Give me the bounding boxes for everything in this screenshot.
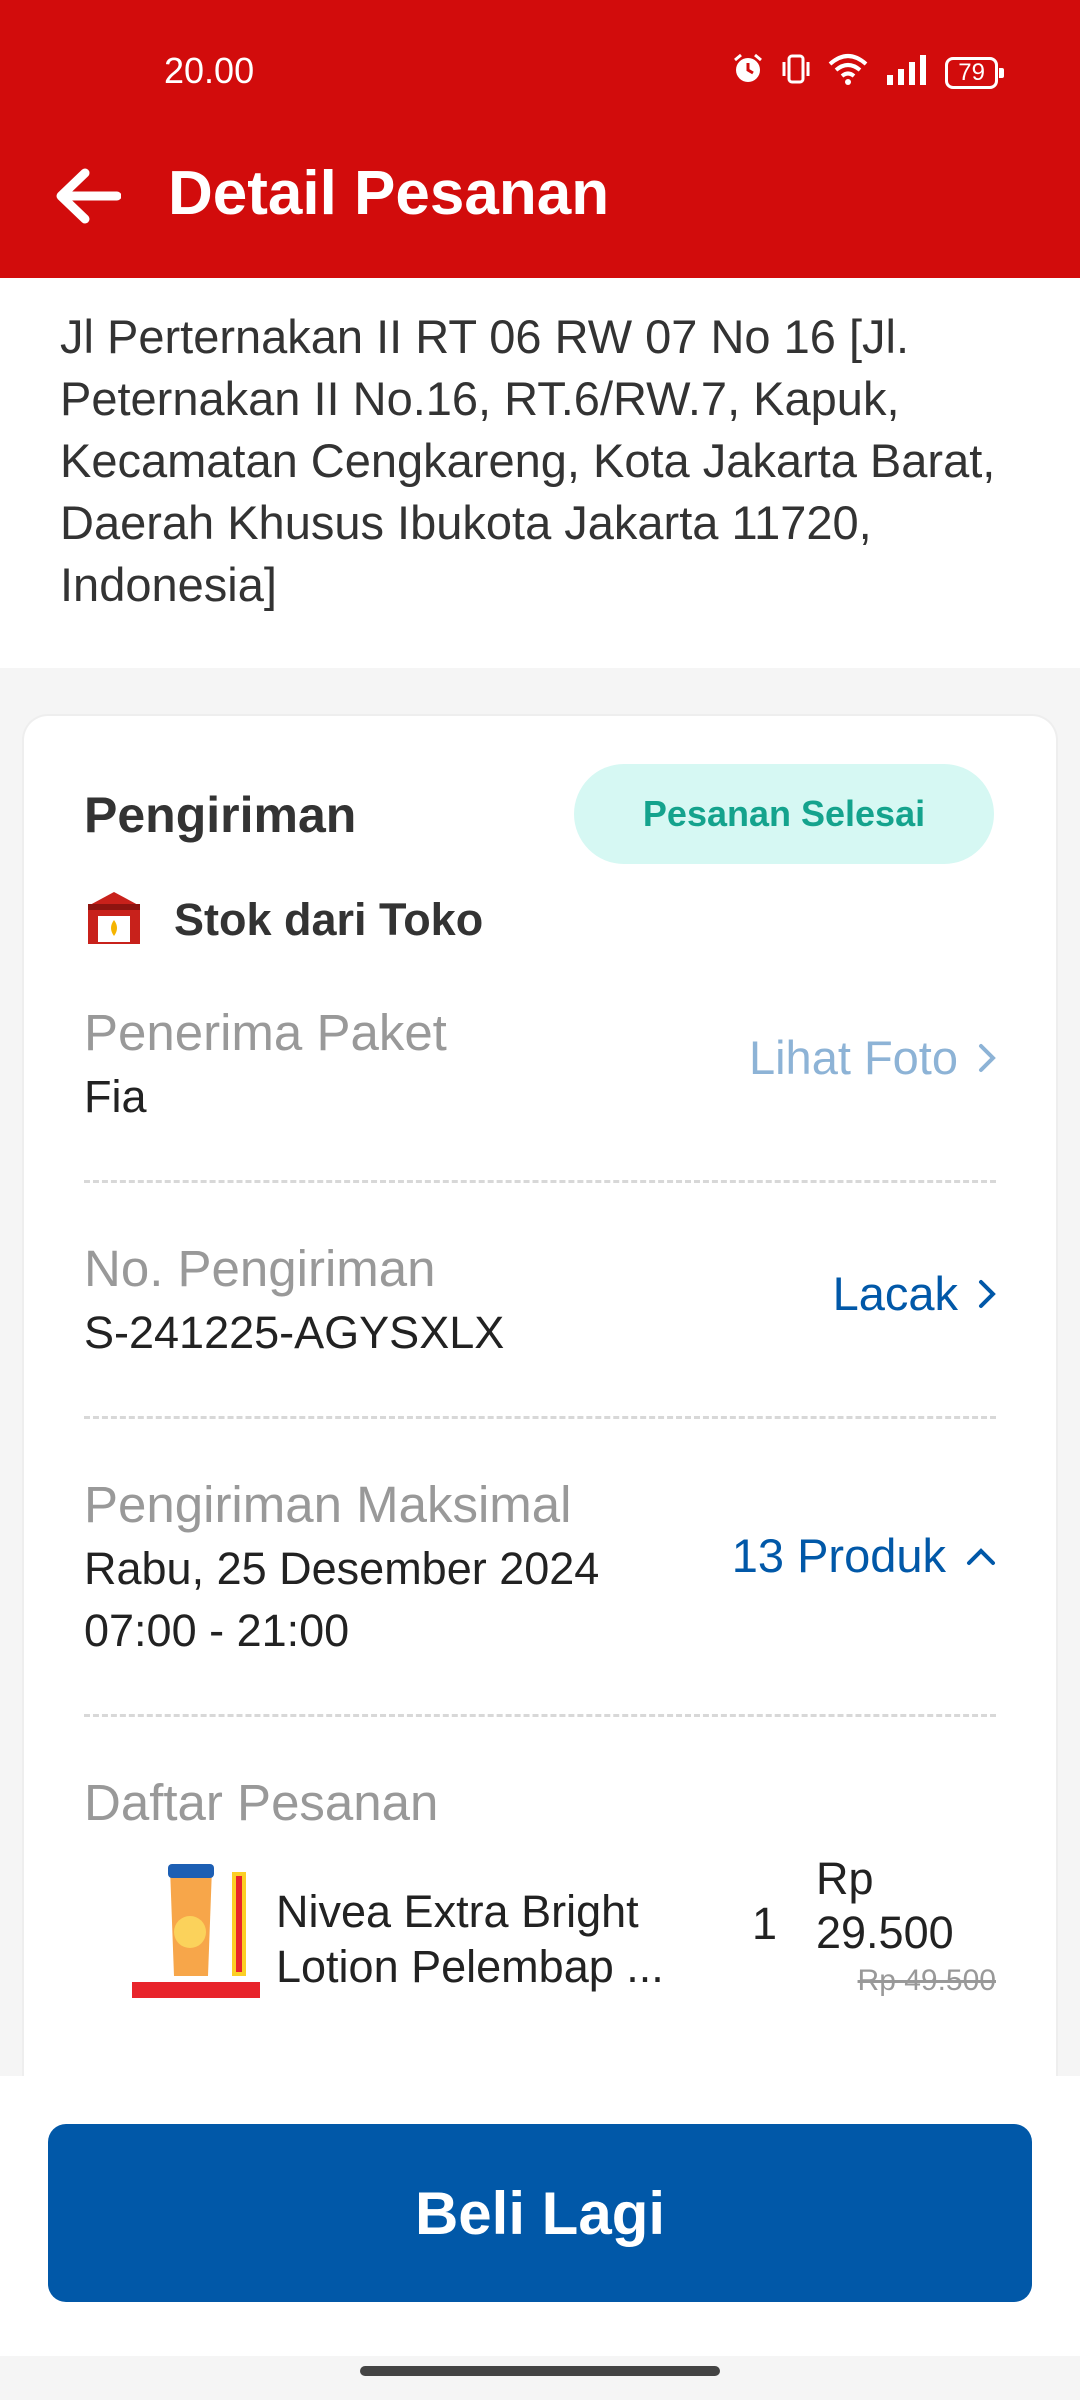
chevron-up-icon bbox=[967, 1547, 995, 1565]
shipment-card: Pengiriman Pesanan Selesai Stok dari Tok… bbox=[24, 716, 1056, 2136]
store-label: Stok dari Toko bbox=[174, 893, 484, 945]
status-badge: Pesanan Selesai bbox=[574, 764, 994, 864]
orders-label: Daftar Pesanan bbox=[84, 1774, 439, 1831]
status-time: 20.00 bbox=[164, 50, 255, 91]
product-old-price: Rp 49.500 bbox=[857, 1964, 996, 1997]
track-label: Lacak bbox=[832, 1267, 958, 1320]
store-icon bbox=[84, 888, 144, 951]
tracking-block: No. Pengiriman S-241225-AGYSXLX Lacak bbox=[84, 1236, 996, 1364]
wifi-icon bbox=[827, 52, 869, 94]
divider bbox=[84, 1416, 996, 1419]
divider bbox=[84, 1714, 996, 1717]
product-count-label: 13 Produk bbox=[731, 1529, 946, 1582]
orders-block: Daftar Pesanan bbox=[84, 1770, 996, 1836]
signal-icon bbox=[885, 53, 929, 93]
view-photo-label: Lihat Foto bbox=[748, 1031, 958, 1084]
product-image bbox=[132, 1862, 260, 2007]
delivery-address: Jl Perternakan II RT 06 RW 07 No 16 [Jl.… bbox=[0, 278, 1080, 668]
alarm-icon bbox=[731, 52, 765, 94]
price-currency: Rp bbox=[816, 1853, 874, 1904]
divider bbox=[84, 1180, 996, 1183]
page-title: Detail Pesanan bbox=[168, 159, 610, 228]
recipient-block: Penerima Paket Fia Lihat Foto bbox=[84, 1000, 996, 1128]
price-amount: 29.500 bbox=[816, 1907, 954, 1958]
arrow-left-icon bbox=[56, 168, 121, 224]
home-indicator[interactable] bbox=[360, 2366, 720, 2376]
bottom-action-bar: Beli Lagi bbox=[0, 2076, 1080, 2356]
address-text: Jl Perternakan II RT 06 RW 07 No 16 [Jl.… bbox=[60, 310, 996, 611]
product-price: Rp 29.500 bbox=[816, 1852, 954, 1960]
chevron-right-icon bbox=[979, 1043, 996, 1072]
battery-indicator: 79 bbox=[945, 57, 1004, 89]
delivery-block: Pengiriman Maksimal Rabu, 25 Desember 20… bbox=[84, 1472, 996, 1662]
view-photo-link[interactable]: Lihat Foto bbox=[749, 1030, 996, 1085]
product-name: Nivea Extra Bright Lotion Pelembap ... bbox=[276, 1886, 664, 1992]
product-count-toggle[interactable]: 13 Produk bbox=[732, 1528, 996, 1583]
app-header: 20.00 79 Detail Pesanan bbox=[0, 0, 1080, 278]
track-link[interactable]: Lacak bbox=[833, 1266, 996, 1321]
product-quantity: 1 bbox=[752, 1898, 778, 1949]
status-icons: 79 bbox=[731, 52, 1004, 94]
delivery-time: 07:00 - 21:00 bbox=[84, 1605, 350, 1656]
store-source: Stok dari Toko bbox=[84, 888, 483, 951]
back-button[interactable] bbox=[48, 160, 128, 232]
chevron-right-icon bbox=[979, 1279, 996, 1308]
buy-again-button[interactable]: Beli Lagi bbox=[48, 2124, 1032, 2302]
section-title: Pengiriman bbox=[84, 787, 357, 843]
vibrate-icon bbox=[781, 52, 811, 94]
list-item[interactable]: Nivea Extra Bright Lotion Pelembap ... 1… bbox=[84, 1852, 996, 2012]
